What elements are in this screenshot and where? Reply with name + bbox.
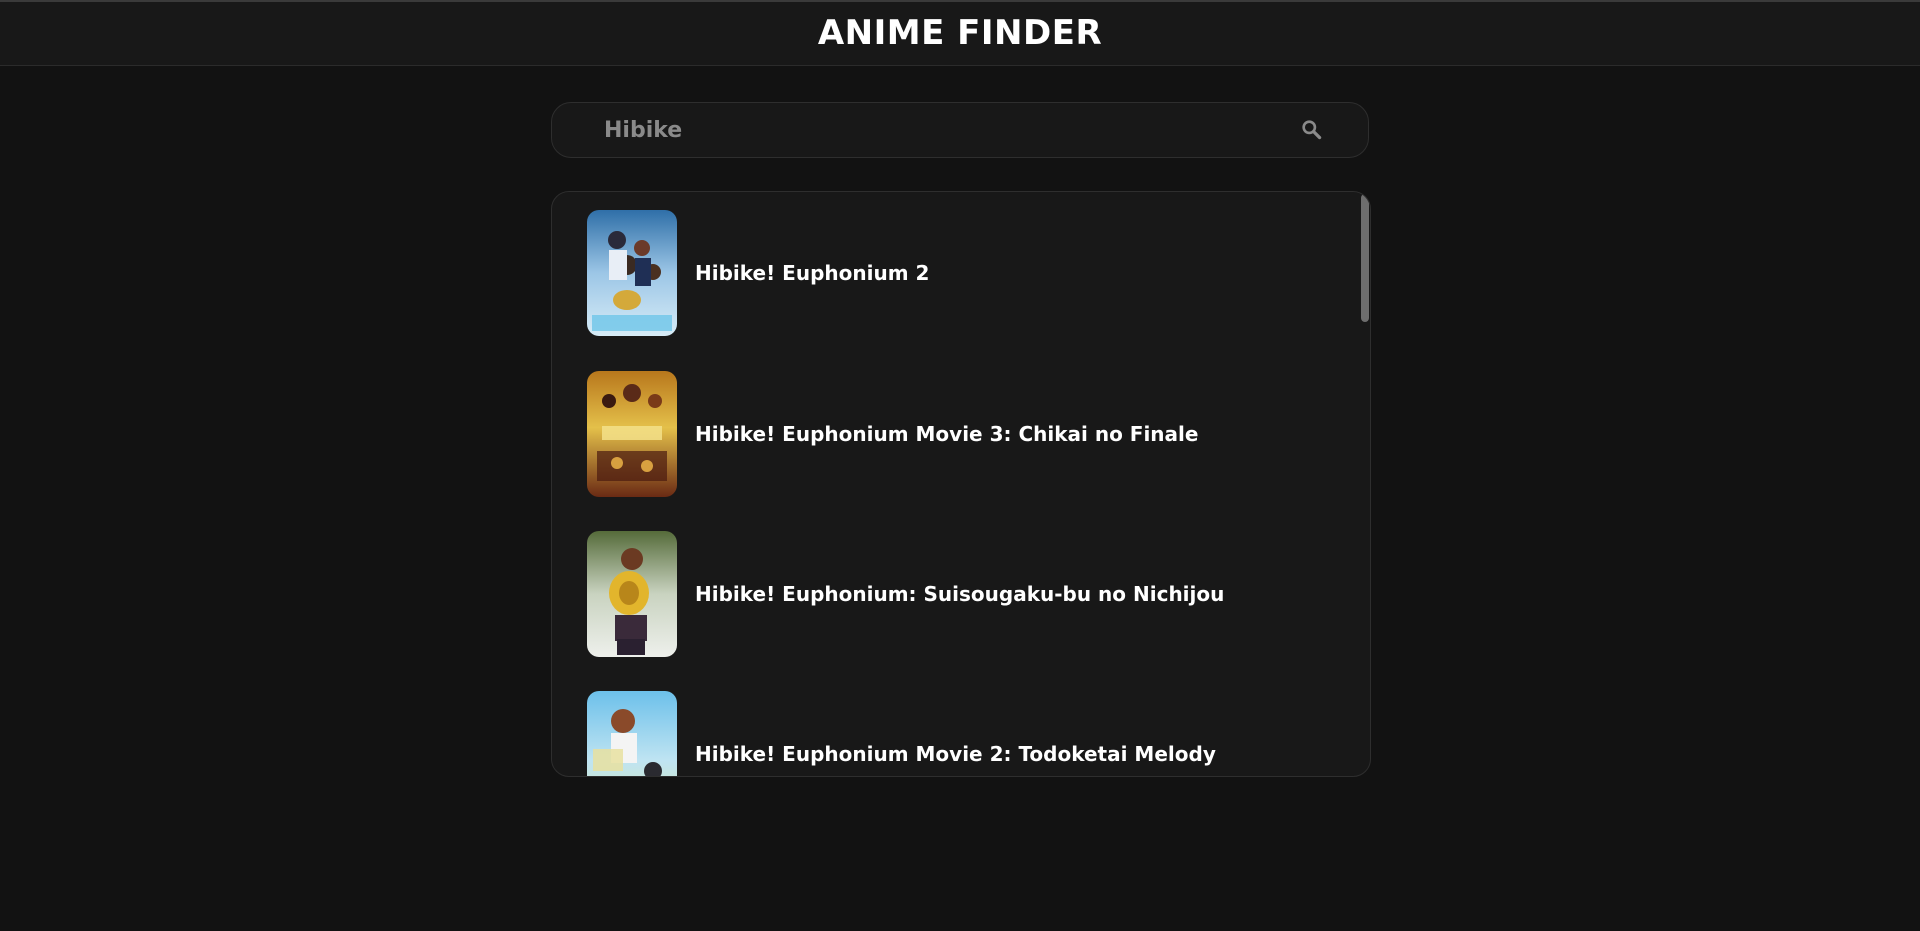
results-list[interactable]: Hibike! Euphonium 2 Hibike! Euphonium Mo… xyxy=(552,192,1352,776)
app-title: ANIME FINDER xyxy=(817,12,1103,53)
list-item[interactable]: Hibike! Euphonium: Suisougaku-bu no Nich… xyxy=(587,531,1327,657)
anime-poster[interactable] xyxy=(587,371,677,497)
anime-title: Hibike! Euphonium Movie 3: Chikai no Fin… xyxy=(695,422,1199,446)
anime-poster[interactable] xyxy=(587,691,677,776)
anime-poster[interactable] xyxy=(587,210,677,336)
list-item[interactable]: Hibike! Euphonium Movie 3: Chikai no Fin… xyxy=(587,371,1327,497)
search-bar[interactable] xyxy=(551,102,1369,158)
list-item[interactable]: Hibike! Euphonium 2 xyxy=(587,210,1327,336)
anime-title: Hibike! Euphonium Movie 2: Todoketai Mel… xyxy=(695,742,1216,766)
scrollbar-thumb[interactable] xyxy=(1361,194,1369,322)
search-input[interactable] xyxy=(604,103,1304,157)
results-scrollbar[interactable] xyxy=(1360,192,1370,776)
anime-title: Hibike! Euphonium 2 xyxy=(695,261,930,285)
list-item[interactable]: Hibike! Euphonium Movie 2: Todoketai Mel… xyxy=(587,691,1327,776)
app-header: ANIME FINDER xyxy=(0,2,1920,66)
anime-poster[interactable] xyxy=(587,531,677,657)
anime-title: Hibike! Euphonium: Suisougaku-bu no Nich… xyxy=(695,582,1225,606)
search-icon[interactable] xyxy=(1299,117,1325,143)
results-panel: Hibike! Euphonium 2 Hibike! Euphonium Mo… xyxy=(551,191,1371,777)
